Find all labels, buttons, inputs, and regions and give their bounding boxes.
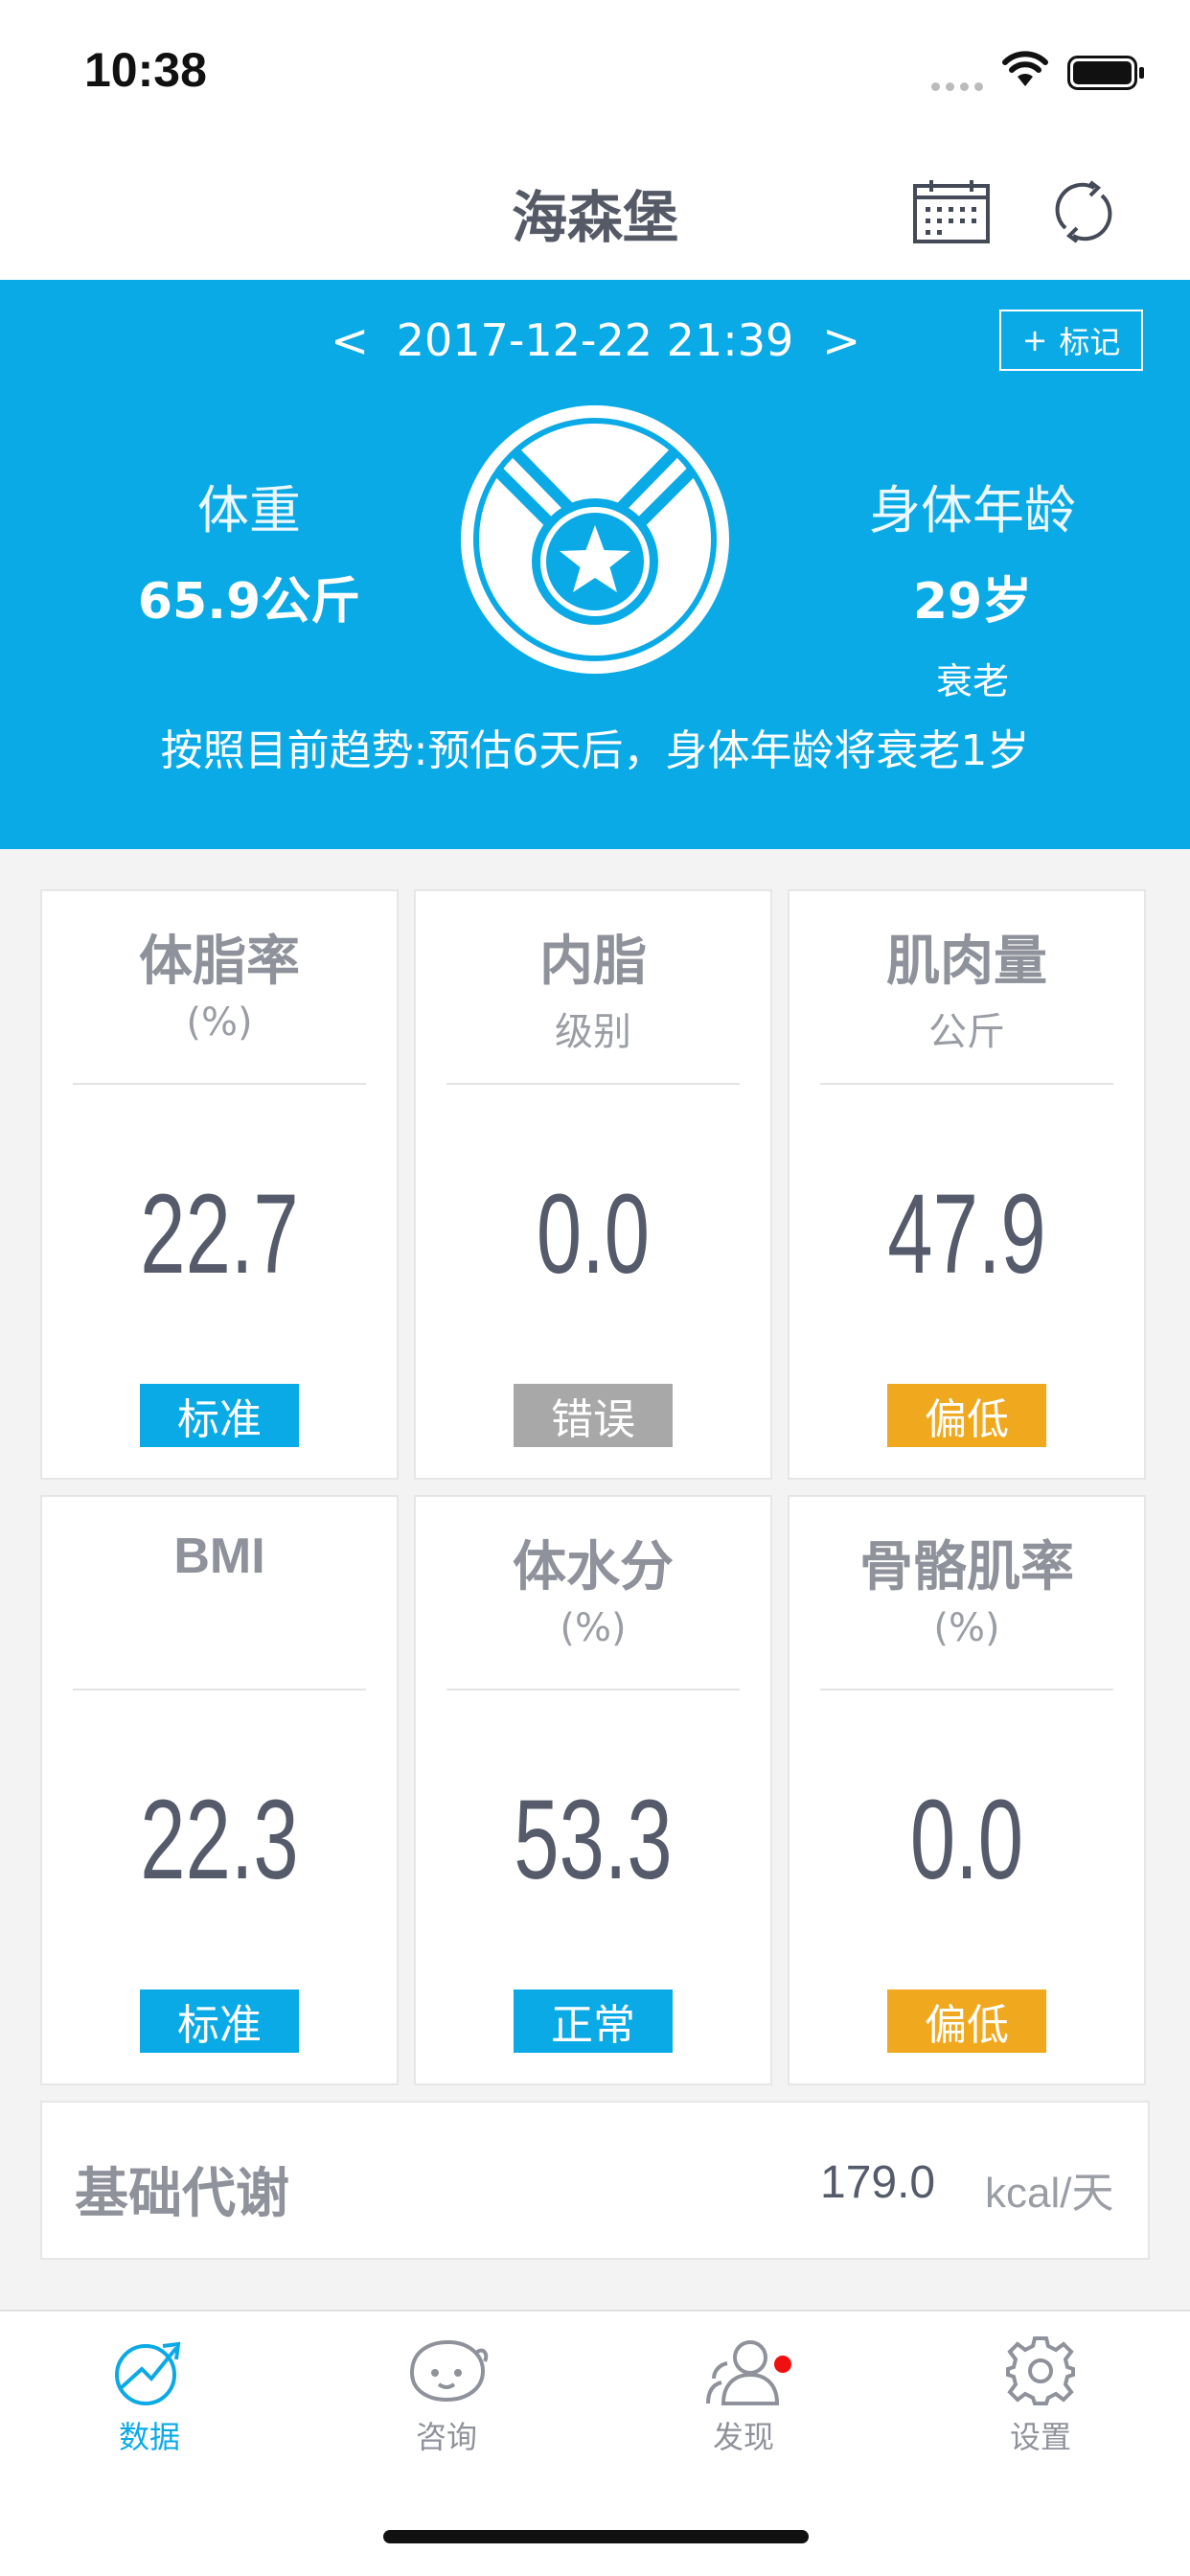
metric-unit: (%) xyxy=(933,1606,1000,1650)
metric-title: 肌肉量 xyxy=(886,931,1047,993)
weight-value: 65.9公斤 xyxy=(137,573,361,631)
notification-dot xyxy=(774,2356,791,2373)
tab-data[interactable]: 数据 xyxy=(54,2334,245,2457)
bmr-value: 179.0 xyxy=(820,2157,936,2208)
sync-icon[interactable] xyxy=(1052,178,1115,245)
tab-label: 发现 xyxy=(712,2419,774,2455)
tab-settings[interactable]: 设置 xyxy=(945,2334,1136,2457)
tab-label: 咨询 xyxy=(415,2419,477,2455)
metric-value: 53.3 xyxy=(514,1777,673,1903)
status-badge: 偏低 xyxy=(887,1990,1046,2053)
cellular-signal-icon xyxy=(931,77,989,95)
plus-icon: + xyxy=(1021,322,1048,358)
metric-title: 内脂 xyxy=(539,931,647,993)
metric-unit: 级别 xyxy=(555,1010,631,1054)
metric-title: 体水分 xyxy=(513,1536,674,1598)
tab-label: 数据 xyxy=(118,2419,180,2455)
tab-label: 设置 xyxy=(1009,2419,1071,2455)
bmr-unit: kcal/天 xyxy=(985,2170,1114,2217)
wifi-icon xyxy=(1002,51,1048,86)
metric-card-muscle-mass[interactable]: 肌肉量 公斤 47.9 偏低 xyxy=(788,889,1146,1480)
metric-unit: 公斤 xyxy=(928,1010,1005,1054)
body-age-label: 身体年龄 xyxy=(869,480,1076,540)
metric-value: 22.7 xyxy=(140,1171,299,1298)
metric-value: 0.0 xyxy=(536,1171,651,1298)
divider xyxy=(73,1083,366,1085)
status-time: 10:38 xyxy=(84,43,207,97)
chart-arrow-icon xyxy=(115,2341,181,2405)
divider xyxy=(446,1689,740,1690)
weight-stat: 体重 65.9公斤 xyxy=(115,468,383,632)
home-indicator[interactable] xyxy=(383,2530,809,2543)
weight-label: 体重 xyxy=(197,480,301,540)
body-age-stat: 身体年龄 29岁 衰老 xyxy=(834,468,1111,704)
divider xyxy=(820,1689,1113,1690)
next-date-button[interactable]: > xyxy=(822,314,860,368)
divider xyxy=(73,1689,366,1690)
body-age-status: 衰老 xyxy=(935,660,1009,702)
metric-title: 骨骼肌率 xyxy=(859,1536,1074,1598)
metric-unit: (%) xyxy=(560,1606,627,1650)
metric-value: 0.0 xyxy=(909,1777,1024,1903)
metric-value: 47.9 xyxy=(887,1171,1046,1298)
status-bar: 10:38 xyxy=(0,0,1190,144)
metric-title: 体脂率 xyxy=(139,931,300,993)
bmr-label: 基础代谢 xyxy=(75,2163,289,2225)
page-title: 海森堡 xyxy=(511,185,678,250)
status-badge: 标准 xyxy=(140,1990,299,2053)
metric-unit: (%) xyxy=(186,1000,253,1045)
chat-face-icon xyxy=(409,2339,489,2403)
people-icon xyxy=(706,2340,780,2405)
battery-icon xyxy=(1067,56,1144,90)
tab-consult[interactable]: 咨询 xyxy=(351,2334,542,2457)
tab-discover[interactable]: 发现 xyxy=(648,2334,839,2457)
divider xyxy=(446,1083,740,1085)
metric-card-visceral-fat[interactable]: 内脂 级别 0.0 错误 xyxy=(414,889,772,1480)
add-mark-button[interactable]: + 标记 xyxy=(999,310,1143,371)
calendar-icon[interactable] xyxy=(912,178,991,245)
summary-panel: < 2017-12-22 21:39 > + 标记 体重 65.9公斤 身体年龄… xyxy=(0,280,1190,849)
add-mark-label: 标记 xyxy=(1059,324,1121,360)
bmr-row[interactable]: 基础代谢 179.0 kcal/天 xyxy=(40,2101,1150,2260)
metric-value: 22.3 xyxy=(140,1777,299,1903)
status-badge: 错误 xyxy=(514,1384,673,1447)
medal-icon xyxy=(461,405,729,674)
body-age-value: 29岁 xyxy=(912,573,1033,631)
metric-card-body-water[interactable]: 体水分 (%) 53.3 正常 xyxy=(414,1495,772,2085)
status-badge: 标准 xyxy=(140,1384,299,1447)
gear-icon xyxy=(1006,2336,1075,2405)
metric-title: BMI xyxy=(173,1529,265,1584)
metric-card-body-fat[interactable]: 体脂率 (%) 22.7 标准 xyxy=(40,889,399,1480)
status-badge: 正常 xyxy=(514,1990,673,2053)
divider xyxy=(820,1083,1113,1085)
metric-card-skeletal-muscle[interactable]: 骨骼肌率 (%) 0.0 偏低 xyxy=(788,1495,1146,2085)
status-badge: 偏低 xyxy=(887,1384,1046,1447)
nav-bar: 海森堡 xyxy=(0,144,1190,280)
trend-text: 按照目前趋势:预估6天后，身体年龄将衰老1岁 xyxy=(160,726,1030,775)
metric-card-bmi[interactable]: BMI 22.3 标准 xyxy=(40,1495,399,2085)
